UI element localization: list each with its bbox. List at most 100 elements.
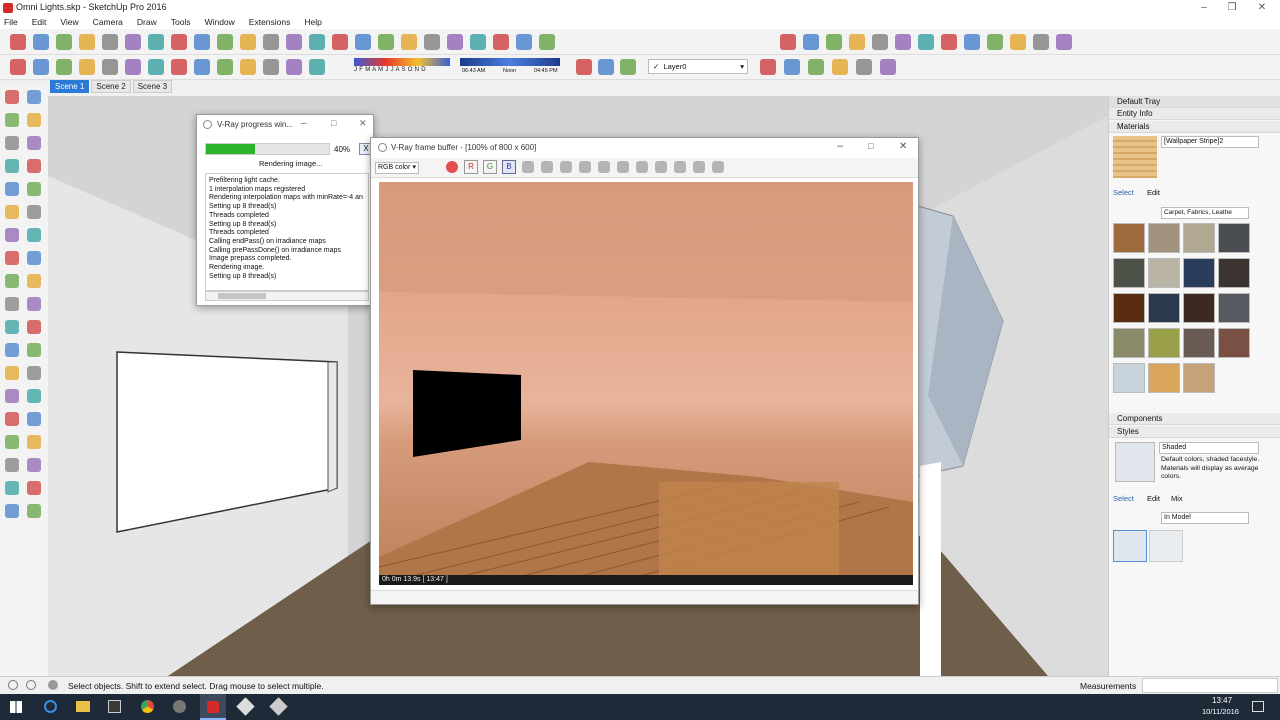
extension-tool-icon[interactable]: [780, 34, 796, 50]
toolbar-tool-icon[interactable]: [493, 34, 509, 50]
drawing-tool-icon[interactable]: [27, 228, 41, 242]
toolbar-tool-icon[interactable]: [79, 34, 95, 50]
drawing-tool-icon[interactable]: [27, 458, 41, 472]
material-swatch[interactable]: [1113, 363, 1145, 393]
vfb-tool-icon[interactable]: [541, 161, 553, 173]
styles-library-dropdown[interactable]: In Model: [1161, 512, 1249, 524]
drawing-tool-icon[interactable]: [5, 159, 19, 173]
drawing-tool-icon[interactable]: [27, 113, 41, 127]
material-swatch[interactable]: [1183, 223, 1215, 253]
style-tool-icon[interactable]: [286, 59, 302, 75]
drawing-tool-icon[interactable]: [27, 481, 41, 495]
toolbar-tool-icon[interactable]: [217, 34, 233, 50]
drawing-tool-icon[interactable]: [5, 182, 19, 196]
styles-header[interactable]: Styles: [1109, 426, 1280, 438]
extension-tool-icon[interactable]: [1010, 34, 1026, 50]
style-swatch-1[interactable]: [1113, 530, 1147, 562]
log-horizontal-scrollbar[interactable]: [205, 291, 369, 301]
material-swatch[interactable]: [1113, 293, 1145, 323]
drawing-tool-icon[interactable]: [5, 343, 19, 357]
toolbar-tool-icon[interactable]: [194, 34, 210, 50]
plugin-tool-icon[interactable]: [856, 59, 872, 75]
style-tool-icon[interactable]: [217, 59, 233, 75]
drawing-tool-icon[interactable]: [5, 320, 19, 334]
material-library-dropdown[interactable]: Carpet, Fabrics, Leathe: [1161, 207, 1249, 219]
drawing-tool-icon[interactable]: [5, 113, 19, 127]
vray-fb-taskbar-icon[interactable]: [269, 697, 288, 716]
close-button[interactable]: ✕: [1250, 0, 1274, 16]
toolbar-tool-icon[interactable]: [378, 34, 394, 50]
toolbar-tool-icon[interactable]: [516, 34, 532, 50]
tab-scene-1[interactable]: Scene 1: [50, 80, 90, 93]
minimize-button[interactable]: –: [1192, 0, 1216, 16]
maximize-button[interactable]: ❐: [1220, 0, 1244, 16]
tab-scene-3[interactable]: Scene 3: [132, 80, 173, 93]
plugin-tool-icon[interactable]: [784, 59, 800, 75]
style-tool-icon[interactable]: [125, 59, 141, 75]
color-picker-icon[interactable]: [446, 161, 458, 173]
app-icon[interactable]: [173, 700, 186, 713]
drawing-tool-icon[interactable]: [5, 274, 19, 288]
material-name-field[interactable]: [Wallpaper Stripe]2: [1161, 136, 1259, 148]
drawing-tool-icon[interactable]: [5, 90, 19, 104]
green-channel-button[interactable]: G: [483, 160, 497, 174]
progress-close-button[interactable]: ✕: [359, 118, 367, 129]
progress-maximize-button[interactable]: □: [331, 118, 336, 128]
toolbar-tool-icon[interactable]: [56, 34, 72, 50]
drawing-tool-icon[interactable]: [5, 412, 19, 426]
toolbar-tool-icon[interactable]: [125, 34, 141, 50]
drawing-tool-icon[interactable]: [5, 228, 19, 242]
drawing-tool-icon[interactable]: [5, 504, 19, 518]
toolbar-tool-icon[interactable]: [447, 34, 463, 50]
toolbar-tool-icon[interactable]: [539, 34, 555, 50]
channel-select[interactable]: RGB color ▾: [375, 162, 419, 174]
menu-help[interactable]: Help: [304, 16, 321, 29]
drawing-tool-icon[interactable]: [5, 366, 19, 380]
material-swatch[interactable]: [1183, 258, 1215, 288]
style-tool-icon[interactable]: [148, 59, 164, 75]
extension-tool-icon[interactable]: [826, 34, 842, 50]
render-image[interactable]: [379, 182, 913, 582]
toolbar-tool-icon[interactable]: [309, 34, 325, 50]
plugin-tool-icon[interactable]: [832, 59, 848, 75]
menu-window[interactable]: Window: [205, 16, 235, 29]
drawing-tool-icon[interactable]: [27, 435, 41, 449]
material-swatch[interactable]: [1148, 223, 1180, 253]
geo-location-icon[interactable]: [8, 680, 18, 690]
material-swatch[interactable]: [1218, 223, 1250, 253]
style-name-field[interactable]: Shaded: [1159, 442, 1259, 454]
extension-tool-icon[interactable]: [1033, 34, 1049, 50]
extension-tool-icon[interactable]: [849, 34, 865, 50]
vfb-tool-icon[interactable]: [693, 161, 705, 173]
vfb-tool-icon[interactable]: [522, 161, 534, 173]
chrome-icon[interactable]: [141, 700, 154, 713]
toolbar-tool-icon[interactable]: [286, 34, 302, 50]
menu-camera[interactable]: Camera: [93, 16, 123, 29]
drawing-tool-icon[interactable]: [27, 90, 41, 104]
vfb-minimize-button[interactable]: –: [837, 140, 843, 152]
menu-extensions[interactable]: Extensions: [249, 16, 291, 29]
drawing-tool-icon[interactable]: [27, 136, 41, 150]
sketchup-taskbar-button[interactable]: [200, 694, 226, 720]
notifications-icon[interactable]: [1252, 701, 1264, 712]
drawing-tool-icon[interactable]: [27, 343, 41, 357]
vfb-tool-icon[interactable]: [617, 161, 629, 173]
drawing-tool-icon[interactable]: [27, 297, 41, 311]
style-tool-icon[interactable]: [79, 59, 95, 75]
style-tool-icon[interactable]: [194, 59, 210, 75]
material-swatch[interactable]: [1183, 293, 1215, 323]
drawing-tool-icon[interactable]: [5, 481, 19, 495]
drawing-tool-icon[interactable]: [5, 435, 19, 449]
extension-tool-icon[interactable]: [872, 34, 888, 50]
material-swatch[interactable]: [1113, 258, 1145, 288]
drawing-tool-icon[interactable]: [27, 320, 41, 334]
shadow-tool-icon[interactable]: [620, 59, 636, 75]
drawing-tool-icon[interactable]: [27, 412, 41, 426]
styles-edit-tab[interactable]: Edit: [1147, 494, 1160, 503]
tab-scene-2[interactable]: Scene 2: [91, 80, 131, 93]
shadow-month-slider[interactable]: [354, 58, 450, 66]
toolbar-tool-icon[interactable]: [470, 34, 486, 50]
material-swatch[interactable]: [1218, 293, 1250, 323]
menu-tools[interactable]: Tools: [171, 16, 191, 29]
drawing-tool-icon[interactable]: [5, 297, 19, 311]
